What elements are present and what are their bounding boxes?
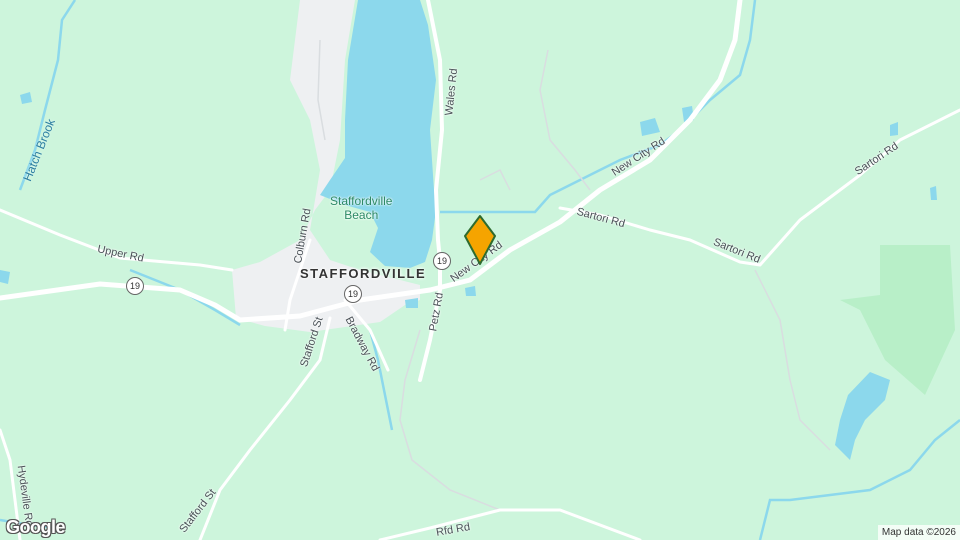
rfd-rd <box>378 508 642 540</box>
staffordville-label: STAFFORDVILLE <box>300 266 427 281</box>
pond-1 <box>640 118 660 136</box>
sartori-rd <box>558 108 960 267</box>
pond-9 <box>930 186 937 200</box>
map-attribution[interactable]: Map data ©2026 <box>877 525 960 540</box>
pond-6 <box>465 286 476 296</box>
minor-road-2 <box>479 168 511 191</box>
pond-4 <box>20 92 32 104</box>
stream-west <box>129 268 241 327</box>
route-19-shield-center: 19 <box>344 285 362 303</box>
pond-3 <box>835 372 890 460</box>
minor-road-1 <box>539 49 591 191</box>
stream-southeast <box>758 419 960 540</box>
stream-east <box>440 0 757 214</box>
beach-label[interactable]: Staffordville Beach <box>330 194 392 222</box>
google-logo: Google <box>6 517 66 537</box>
beach-label-line2: Beach <box>344 208 379 222</box>
park-area <box>840 245 955 395</box>
beach-label-line1: Staffordville <box>330 194 393 208</box>
minor-road-3 <box>754 269 831 451</box>
route-19-shield-west: 19 <box>126 277 144 295</box>
stream-south <box>368 329 394 431</box>
map-base <box>0 0 960 540</box>
pond-5 <box>0 270 10 284</box>
upper-rd <box>0 208 234 272</box>
map-canvas[interactable]: Hatch Brook Staffordville Beach STAFFORD… <box>0 0 960 540</box>
route-19-shield-east: 19 <box>433 252 451 270</box>
minor-road-4 <box>399 329 501 511</box>
map-pin-icon <box>464 215 496 265</box>
pond-8 <box>890 122 898 136</box>
